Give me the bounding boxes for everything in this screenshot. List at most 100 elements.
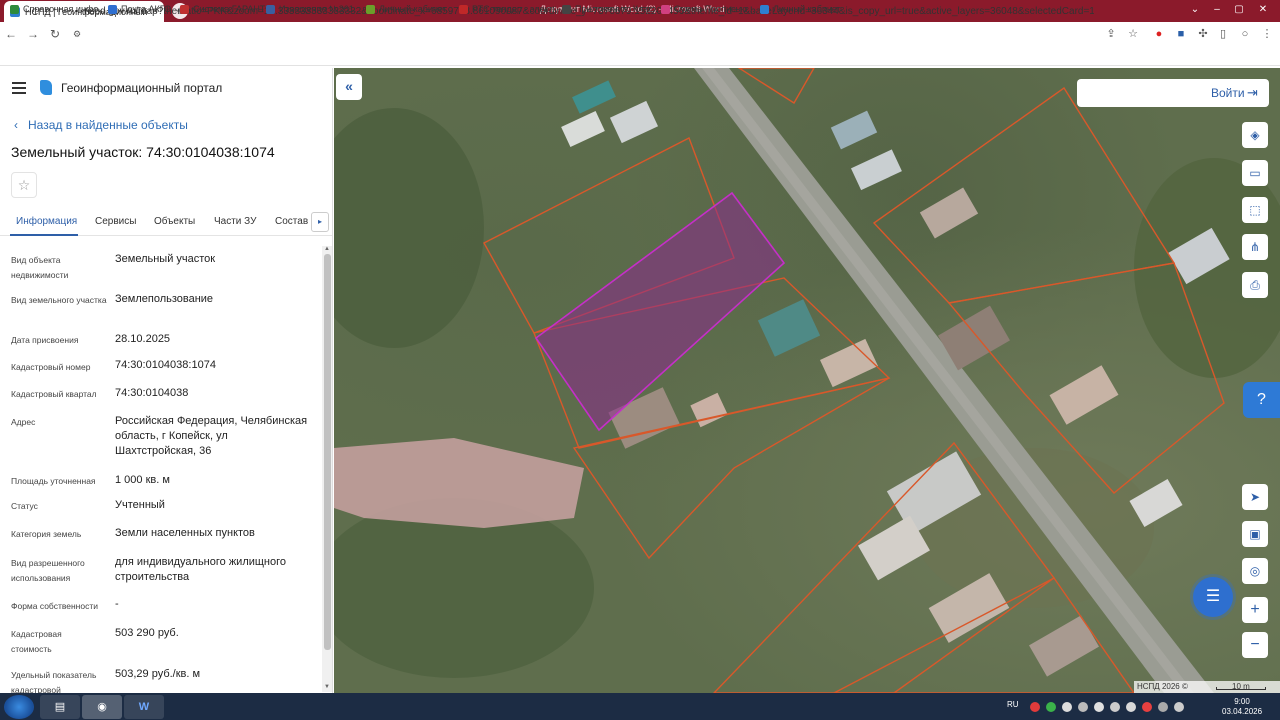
bookmark-item[interactable]: Личный кабинет... — [366, 4, 453, 14]
field-label: Статус — [11, 501, 38, 511]
layers-icon[interactable]: ◈ — [1242, 122, 1268, 148]
bookmark-favicon-icon — [10, 4, 19, 14]
tab-search-icon[interactable]: ⌄ — [1186, 2, 1204, 18]
scale-label: 10 m — [1232, 682, 1250, 691]
field-label: Адрес — [11, 417, 36, 427]
keyboard-language[interactable]: RU — [1007, 700, 1019, 709]
field-value: 28.10.2025 — [115, 333, 171, 345]
network-icon[interactable] — [1158, 702, 1168, 712]
back-arrow-icon[interactable]: ← — [0, 27, 22, 41]
bookmark-favicon-icon — [562, 4, 571, 14]
zoom-in-button[interactable]: + — [1242, 597, 1268, 623]
back-to-results-link[interactable]: ‹ Назад в найденные объекты — [14, 118, 188, 132]
tray-app-icon[interactable] — [1110, 702, 1120, 712]
favorite-star-icon[interactable]: ☆ — [11, 172, 37, 198]
tray-app-icon[interactable] — [1142, 702, 1152, 712]
close-window-icon[interactable]: ✕ — [1254, 2, 1272, 18]
bookmark-favicon-icon — [366, 4, 375, 14]
browser-menu-icon[interactable]: ⋮ — [1260, 27, 1274, 41]
bookmark-item[interactable]: Справочная инфо... — [10, 4, 106, 14]
tray-app-icon[interactable] — [1126, 702, 1136, 712]
satellite-map[interactable] — [334, 68, 1280, 693]
field-label: Удельный показатель кадастровой — [11, 670, 97, 693]
tab-land-parts[interactable]: Части ЗУ — [214, 216, 256, 227]
tray-app-icon[interactable] — [1062, 702, 1072, 712]
reload-icon[interactable]: ↻ — [44, 27, 66, 41]
bookmarks-bar — [0, 46, 1280, 66]
tray-app-icon[interactable] — [1094, 702, 1104, 712]
info-tabs: Информация Сервисы Объекты Части ЗУ Сост… — [0, 208, 332, 236]
ruler-icon[interactable]: ▭ — [1242, 160, 1268, 186]
zoom-out-button[interactable]: − — [1242, 632, 1268, 658]
explorer-app-icon[interactable]: ▤ — [40, 695, 80, 719]
clock-time: 9:00 — [1234, 697, 1250, 706]
bookmark-item[interactable]: Сумма Прописью... — [661, 4, 755, 14]
field-label: Вид земельного участка — [11, 295, 107, 305]
object-title: Земельный участок: 74:30:0104038:1074 — [11, 144, 275, 160]
scroll-up-icon[interactable]: ▲ — [322, 246, 332, 254]
bookmark-item[interactable]: Личный кабинет — [760, 4, 841, 14]
extension-icon[interactable]: ■ — [1174, 27, 1188, 41]
word-app-icon[interactable]: W — [124, 695, 164, 719]
login-icon[interactable]: ⇥ — [1247, 85, 1258, 101]
extensions-puzzle-icon[interactable]: ✣ — [1196, 27, 1210, 41]
volume-icon[interactable] — [1174, 702, 1184, 712]
tab-composition[interactable]: Состав — [275, 216, 308, 227]
field-value: 503 290 руб. — [115, 627, 179, 639]
help-icon[interactable]: ? — [1243, 382, 1280, 418]
bookmark-favicon-icon — [266, 4, 275, 14]
active-tab-indicator — [10, 234, 78, 236]
tabs-next-button[interactable]: ▸ — [311, 212, 329, 232]
scroll-down-icon[interactable]: ▼ — [322, 684, 332, 692]
field-label: Вид объекта недвижимости — [11, 255, 69, 280]
taskbar — [0, 693, 1280, 720]
tray-app-icon[interactable] — [1030, 702, 1040, 712]
bookmark-favicon-icon — [661, 4, 670, 14]
minimize-icon[interactable]: – — [1208, 2, 1226, 18]
tray-app-icon[interactable] — [1046, 702, 1056, 712]
chat-icon[interactable]: ☰ — [1193, 577, 1233, 617]
forward-arrow-icon[interactable]: → — [22, 27, 44, 41]
profile-avatar-icon[interactable]: ○ — [1238, 27, 1252, 41]
maximize-icon[interactable]: ▢ — [1230, 2, 1248, 18]
bookmark-item[interactable]: Приложение. Клас... — [562, 4, 660, 14]
site-info-icon[interactable]: ⚙ — [66, 29, 88, 40]
tab-services[interactable]: Сервисы — [95, 216, 136, 227]
tab-objects[interactable]: Объекты — [154, 216, 195, 227]
share-page-icon[interactable]: ⇪ — [1104, 27, 1118, 41]
field-label: Площадь уточненная — [11, 476, 96, 486]
field-value: 74:30:0104038 — [115, 387, 189, 399]
field-value: 1 000 кв. м — [115, 474, 170, 486]
bookmark-favicon-icon — [108, 4, 117, 14]
login-button[interactable]: Войти — [1211, 86, 1245, 100]
bookmark-item[interactable]: РТС-тендер - элект... — [459, 4, 559, 14]
clock-date: 03.04.2026 — [1222, 707, 1263, 716]
field-label: Вид разрешенного использования — [11, 558, 85, 583]
tray-app-icon[interactable] — [1078, 702, 1088, 712]
copyright-text: НСПД 2026 © — [1137, 682, 1188, 691]
chrome-app-icon[interactable]: ◉ — [82, 695, 122, 719]
collapse-panel-button[interactable]: « — [336, 74, 362, 100]
portal-title: Геоинформационный портал — [61, 81, 223, 95]
share-icon[interactable]: ⋔ — [1242, 234, 1268, 260]
start-button[interactable] — [4, 695, 34, 719]
bookmark-star-icon[interactable]: ☆ — [1126, 27, 1140, 41]
bookmark-item[interactable]: Система ГАРАНТ — [180, 4, 265, 14]
bookmark-item[interactable]: Почта АКГО — [108, 4, 171, 14]
select-area-icon[interactable]: ⬚ — [1242, 197, 1268, 223]
minimap-icon[interactable]: ▣ — [1242, 521, 1268, 547]
field-value: - — [115, 598, 119, 610]
bookmark-item[interactable]: Извещение №261... — [266, 4, 361, 14]
menu-icon[interactable] — [12, 82, 26, 94]
system-clock[interactable]: 9:00 03.04.2026 — [1222, 697, 1262, 717]
panel-scrollbar-thumb[interactable] — [324, 254, 331, 650]
yandex-extension-icon[interactable]: ● — [1152, 27, 1166, 41]
geo-pin-icon[interactable]: ◎ — [1242, 558, 1268, 584]
tab-information[interactable]: Информация — [16, 216, 77, 227]
field-value: Учтенный — [115, 499, 165, 511]
info-panel: Геоинформационный портал ‹ Назад в найден… — [0, 68, 333, 693]
map-scale-bar: НСПД 2026 © 10 m — [1134, 681, 1280, 693]
print-icon[interactable]: ⎙ — [1242, 272, 1268, 298]
side-panel-icon[interactable]: ▯ — [1216, 27, 1230, 41]
locate-icon[interactable]: ➤ — [1242, 484, 1268, 510]
